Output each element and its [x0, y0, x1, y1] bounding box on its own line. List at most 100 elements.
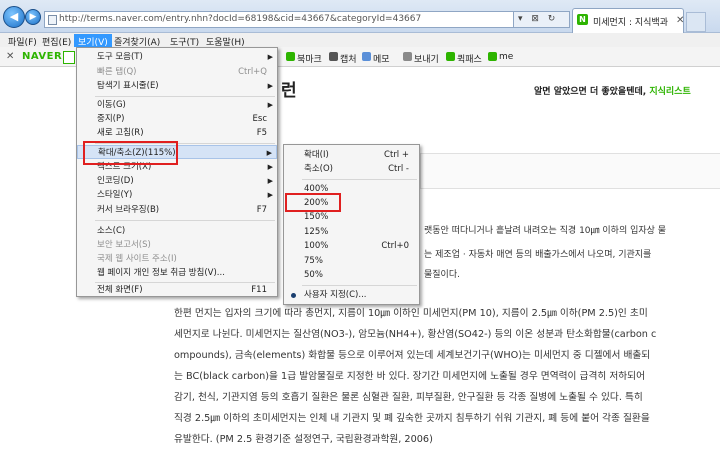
menu-file[interactable]: 파일(F): [4, 34, 41, 48]
menu-item-source[interactable]: 소스(C): [77, 224, 277, 238]
menu-item-label: 웹 페이지 개인 정보 취급 방침(V)...: [97, 268, 225, 278]
toolbar-memo[interactable]: 메모: [373, 52, 390, 65]
zoom-50-item[interactable]: 50%: [284, 268, 419, 282]
address-tools[interactable]: ▾ ⊠ ↻: [514, 11, 570, 28]
menu-shortcut: F11: [251, 285, 267, 295]
menu-item-quick-tabs: 빠른 탭(Q) Ctrl+Q: [77, 65, 277, 79]
browser-tab[interactable]: 미세먼지 : 지식백과: [572, 8, 684, 33]
toolbar-capture[interactable]: 캡처: [340, 52, 357, 65]
menu-item-label: 국제 웹 사이트 주소(I): [97, 254, 177, 264]
view-menu: 도구 모음(T) ▶ 빠른 탭(Q) Ctrl+Q 탐색기 표시줄(E) ▶ 이동(G…: [76, 47, 278, 297]
text-fragment: 물질이다.: [424, 270, 460, 280]
forward-arrow-icon[interactable]: ▶: [25, 9, 41, 25]
submenu-arrow-icon: ▶: [267, 82, 273, 90]
menu-favorites[interactable]: 즐겨찾기(A): [110, 34, 164, 48]
zoom-100-item[interactable]: 100% Ctrl+0: [284, 239, 419, 253]
menu-item-intl-address: 국제 웹 사이트 주소(I): [77, 252, 277, 266]
zoom-150-item[interactable]: 150%: [284, 210, 419, 224]
zoom-75-item[interactable]: 75%: [284, 254, 419, 268]
page-heading: 런: [281, 81, 297, 101]
menu-separator: [95, 220, 275, 221]
memo-icon: [362, 52, 371, 61]
submenu-arrow-icon: ▶: [267, 177, 273, 185]
address-bar[interactable]: http://terms.naver.com/entry.nhn?docId=6…: [44, 11, 514, 28]
menu-bar: 파일(F) 편집(E) 보기(V) 즐겨찾기(A) 도구(T) 도움말(H): [0, 33, 720, 48]
new-tab-button[interactable]: [686, 12, 706, 32]
paragraph-line: 는 BC(black carbon)을 1급 발암물질로 지정한 바 있다. 장…: [174, 371, 646, 382]
menu-item-full-screen[interactable]: 전체 화면(F) F11: [77, 283, 277, 297]
capture-icon: [329, 52, 338, 61]
menu-item-caret-browsing[interactable]: 커서 브라우징(B) F7: [77, 203, 277, 217]
menu-item-label: 150%: [304, 212, 329, 222]
menu-shortcut: F5: [256, 128, 267, 138]
menu-item-privacy-policy[interactable]: 웹 페이지 개인 정보 취급 방침(V)...: [77, 266, 277, 280]
submenu-arrow-icon: ▶: [266, 149, 272, 157]
send-icon: [403, 52, 412, 61]
menu-item-label: 전체 화면(F): [97, 285, 143, 295]
menu-separator: [302, 285, 417, 286]
toolbar-quickpass[interactable]: 퀵패스: [457, 52, 482, 65]
menu-item-label: 50%: [304, 270, 323, 280]
menu-item-encoding[interactable]: 인코딩(D) ▶: [77, 174, 277, 188]
submenu-arrow-icon: ▶: [267, 163, 273, 171]
bookmark-icon: [286, 52, 295, 61]
menu-item-security-report: 보안 보고서(S): [77, 238, 277, 252]
paragraph-line: 감기, 천식, 기관지염 등의 호흡기 질환은 물론 심혈관 질환, 피부질환,…: [174, 392, 643, 403]
tagline-text: 알면 알았으면 더 좋았을텐데,: [534, 87, 650, 97]
toolbar-close-icon[interactable]: ✕: [6, 51, 14, 62]
menu-item-label: 사용자 지정(C)...: [304, 290, 367, 300]
menu-item-label: 확대(I): [304, 150, 329, 160]
close-tab-icon[interactable]: ✕: [676, 15, 684, 26]
menu-view[interactable]: 보기(V): [74, 34, 112, 48]
menu-item-stop[interactable]: 중지(P) Esc: [77, 112, 277, 126]
menu-item-label: 축소(O): [304, 164, 333, 174]
me-icon: [488, 52, 497, 61]
zoom-submenu: 확대(I) Ctrl + 축소(O) Ctrl - 400% 200% 150% 1…: [283, 144, 420, 305]
menu-item-label: 커서 브라우징(B): [97, 205, 160, 215]
menu-item-explorer-bars[interactable]: 탐색기 표시줄(E) ▶: [77, 79, 277, 93]
title-bar: ◀ ▶ http://terms.naver.com/entry.nhn?doc…: [0, 0, 720, 33]
paragraph-line: 유발한다. (PM 2.5 환경기준 설정연구, 국립환경과학원, 2006): [174, 434, 433, 445]
selected-bullet-icon: [291, 293, 296, 298]
menu-item-label: 새로 고침(R): [97, 128, 144, 138]
menu-help[interactable]: 도움말(H): [202, 34, 249, 48]
menu-item-refresh[interactable]: 새로 고침(R) F5: [77, 126, 277, 140]
quickpass-icon: [446, 52, 455, 61]
menu-item-go-to[interactable]: 이동(G) ▶: [77, 98, 277, 112]
submenu-arrow-icon: ▶: [267, 191, 273, 199]
menu-item-style[interactable]: 스타일(Y) ▶: [77, 188, 277, 202]
back-arrow-icon[interactable]: ◀: [3, 6, 25, 28]
menu-item-label: 중지(P): [97, 114, 125, 124]
menu-item-label: 125%: [304, 227, 329, 237]
toolbar-me[interactable]: me: [499, 52, 513, 62]
menu-tools[interactable]: 도구(T): [166, 34, 203, 48]
menu-item-label: 스타일(Y): [97, 190, 133, 200]
submenu-arrow-icon: ▶: [267, 53, 273, 61]
paragraph-line: 한편 먼지는 입자의 크기에 따라 총먼지, 지름이 10㎛ 이하인 미세먼지(…: [174, 308, 648, 319]
zoom-in-item[interactable]: 확대(I) Ctrl +: [284, 148, 419, 162]
naver-logo: NAVER: [22, 51, 63, 62]
knowledge-list-link[interactable]: 지식리스트: [649, 87, 690, 97]
zoom-out-item[interactable]: 축소(O) Ctrl -: [284, 162, 419, 176]
menu-item-label: 소스(C): [97, 226, 126, 236]
menu-edit[interactable]: 편집(E): [38, 34, 75, 48]
menu-separator: [95, 96, 275, 97]
menu-shortcut: Ctrl+0: [381, 241, 409, 251]
toolbar-search-box[interactable]: [63, 51, 75, 64]
tagline: 알면 알았으면 더 좋았을텐데, 지식리스트: [534, 84, 691, 97]
naver-tab-icon: N: [577, 14, 588, 25]
text-fragment: 랫동안 떠다니거나 흩날려 내려오는 직경 10㎛ 이하의 입자상 물: [424, 226, 667, 236]
submenu-arrow-icon: ▶: [267, 101, 273, 109]
zoom-125-item[interactable]: 125%: [284, 225, 419, 239]
menu-separator: [302, 179, 417, 180]
text-fragment: 는 제조업 · 자동차 매연 등의 배출가스에서 나오며, 기관지를: [424, 250, 652, 260]
menu-item-label: 이동(G): [97, 100, 126, 110]
menu-shortcut: Ctrl -: [388, 164, 409, 174]
zoom-custom-item[interactable]: 사용자 지정(C)...: [284, 288, 419, 302]
menu-shortcut: Ctrl+Q: [238, 67, 267, 77]
menu-item-toolbars[interactable]: 도구 모음(T) ▶: [77, 50, 277, 64]
menu-item-label: 100%: [304, 241, 329, 251]
toolbar-send[interactable]: 보내기: [414, 52, 439, 65]
toolbar-bookmark[interactable]: 북마크: [297, 52, 322, 65]
menu-item-label: 인코딩(D): [97, 176, 134, 186]
